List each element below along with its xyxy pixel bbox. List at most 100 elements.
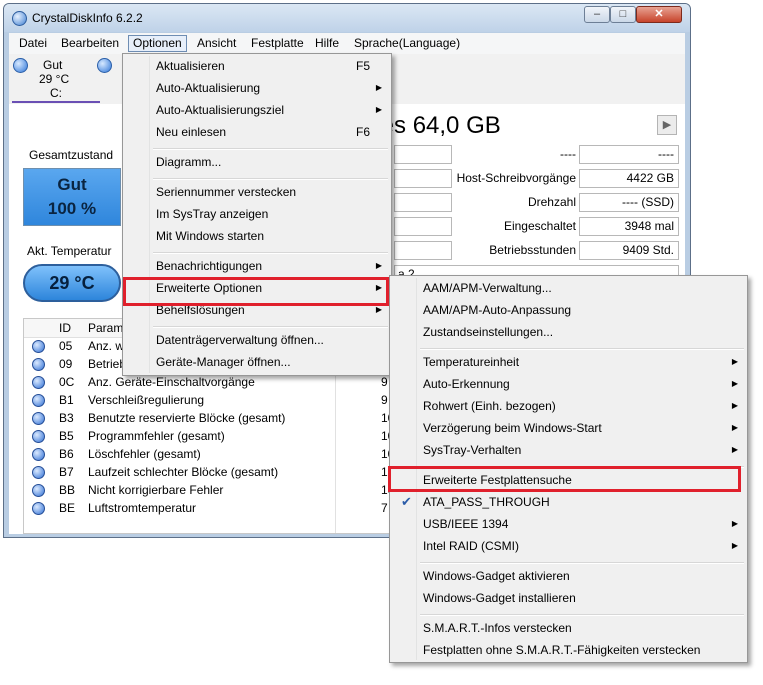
options-menu-item[interactable]: Auto-Aktualisierung ▶ [126, 77, 388, 99]
menu-item-label: Auto-Aktualisierungsziel [156, 103, 285, 117]
options-menu-item[interactable]: Geräte-Manager öffnen... [126, 351, 388, 373]
close-button[interactable]: ✕ [636, 6, 682, 23]
attribute-name: Laufzeit schlechter Blöcke (gesamt) [88, 465, 279, 479]
attribute-id: B3 [59, 411, 74, 425]
health-status-badge[interactable]: Gut 100 % [23, 168, 121, 226]
menu-item-label: Benachrichtigungen [156, 259, 263, 273]
options-menu-item[interactable]: Im SysTray anzeigen [126, 203, 388, 225]
title-bar[interactable]: CrystalDiskInfo 6.2.2 – □ ✕ [4, 4, 690, 32]
menu-bearbeiten[interactable]: Bearbeiten [57, 35, 123, 52]
menu-datei[interactable]: Datei [15, 35, 51, 52]
attribute-name: Löschfehler (gesamt) [88, 447, 201, 461]
column-header-name[interactable]: Param [88, 321, 123, 335]
options-menu-item[interactable]: Aktualisieren F5 [126, 55, 388, 77]
attribute-name: Anz. wi [88, 339, 127, 353]
attribute-status-icon [32, 412, 45, 425]
submenu-arrow-icon: ▶ [731, 519, 738, 528]
attribute-id: B6 [59, 447, 74, 461]
menu-ansicht[interactable]: Ansicht [193, 35, 240, 52]
minimize-button[interactable]: – [584, 6, 610, 23]
temperature-label: Akt. Temperatur [27, 244, 112, 258]
advanced-menu-item[interactable]: Zustandseinstellungen... [393, 321, 744, 343]
attribute-status-icon [32, 466, 45, 479]
table-row[interactable]: BE Luftstromtemperatur 7 [24, 499, 398, 517]
menu-item-label: Intel RAID (CSMI) [423, 539, 520, 553]
options-menu-item[interactable]: Mit Windows starten [126, 225, 388, 247]
attribute-status-icon [32, 358, 45, 371]
highlight-box [123, 277, 389, 306]
menu-festplatte[interactable]: Festplatte [247, 35, 308, 52]
menu-separator [153, 326, 388, 328]
options-menu-item[interactable]: Auto-Aktualisierungsziel ▶ [126, 99, 388, 121]
table-row[interactable]: B3 Benutzte reservierte Blöcke (gesamt) 10 [24, 409, 398, 427]
rotation-value: ---- (SSD) [579, 193, 679, 212]
table-row[interactable]: BB Nicht korrigierbare Fehler 10 [24, 481, 398, 499]
info-field [394, 193, 452, 212]
menu-item-label: SysTray-Verhalten [423, 443, 522, 457]
options-menu-item[interactable]: Diagramm... [126, 151, 388, 173]
attribute-name: Betrieb [88, 357, 127, 371]
menu-item-label: Auto-Erkennung [423, 377, 510, 391]
checkmark-icon: ✔ [401, 494, 412, 509]
advanced-menu-item[interactable]: Verzögerung beim Windows-Start ▶ [393, 417, 744, 439]
menu-optionen[interactable]: Optionen [128, 35, 187, 52]
attribute-id: BE [59, 501, 76, 515]
disk-status-icon[interactable] [13, 58, 28, 73]
advanced-menu-item[interactable]: AAM/APM-Auto-Anpassung [393, 299, 744, 321]
attribute-status-icon [32, 448, 45, 461]
menu-item-label: USB/IEEE 1394 [423, 517, 509, 531]
disk-status-icon[interactable] [97, 58, 112, 73]
attribute-id: 05 [59, 339, 73, 353]
attribute-status-icon [32, 376, 45, 389]
menu-separator [420, 562, 744, 564]
attribute-id: 09 [59, 357, 73, 371]
info-field [394, 217, 452, 236]
window-title: CrystalDiskInfo 6.2.2 [32, 11, 143, 25]
table-row[interactable]: B5 Programmfehler (gesamt) 10 [24, 427, 398, 445]
menu-item-label: Festplatten ohne S.M.A.R.T.-Fähigkeiten … [423, 643, 701, 657]
advanced-menu-item[interactable]: Festplatten ohne S.M.A.R.T.-Fähigkeiten … [393, 639, 744, 661]
advanced-menu-item[interactable]: Rohwert (Einh. bezogen) ▶ [393, 395, 744, 417]
menu-item-label: Verzögerung beim Windows-Start [423, 421, 602, 435]
submenu-arrow-icon: ▶ [731, 423, 738, 432]
options-menu-item[interactable]: Datenträgerverwaltung öffnen... [126, 329, 388, 351]
menu-item-label: Temperatureinheit [423, 355, 520, 369]
menu-item-label: Mit Windows starten [156, 229, 265, 243]
table-row[interactable]: B6 Löschfehler (gesamt) 10 [24, 445, 398, 463]
menu-item-label: Datenträgerverwaltung öffnen... [156, 333, 324, 347]
table-row[interactable]: B1 Verschleißregulierung 9 [24, 391, 398, 409]
options-menu-item[interactable]: Benachrichtigungen ▶ [126, 255, 388, 277]
options-menu-item[interactable]: Seriennummer verstecken [126, 181, 388, 203]
temperature-badge[interactable]: 29 °C [23, 264, 121, 302]
advanced-menu-item[interactable]: AAM/APM-Verwaltung... [393, 277, 744, 299]
advanced-menu-item[interactable]: SysTray-Verhalten ▶ [393, 439, 744, 461]
menu-item-label: Aktualisieren [156, 59, 225, 73]
attribute-name: Benutzte reservierte Blöcke (gesamt) [88, 411, 286, 425]
attribute-status-icon [32, 430, 45, 443]
advanced-menu-item[interactable]: USB/IEEE 1394 ▶ [393, 513, 744, 535]
advanced-menu-item[interactable]: Auto-Erkennung ▶ [393, 373, 744, 395]
column-header-id[interactable]: ID [59, 321, 71, 335]
menu-item-label: Neu einlesen [156, 125, 227, 139]
attribute-value: 9 [381, 393, 388, 407]
next-disk-button[interactable]: ▶ [657, 115, 677, 135]
table-row[interactable]: B7 Laufzeit schlechter Blöcke (gesamt) 10 [24, 463, 398, 481]
attribute-status-icon [32, 502, 45, 515]
menu-item-label: Windows-Gadget installieren [423, 591, 576, 605]
options-menu-item[interactable]: Neu einlesen F6 [126, 121, 388, 143]
attribute-name: Programmfehler (gesamt) [88, 429, 225, 443]
advanced-menu-item[interactable]: Windows-Gadget aktivieren [393, 565, 744, 587]
disk-tab-temp[interactable]: 29 °C [39, 72, 69, 86]
advanced-menu-item[interactable]: ✔ ATA_PASS_THROUGH [393, 491, 744, 513]
advanced-menu-item[interactable]: Windows-Gadget installieren [393, 587, 744, 609]
maximize-button[interactable]: □ [610, 6, 636, 23]
advanced-menu-item[interactable]: Intel RAID (CSMI) ▶ [393, 535, 744, 557]
advanced-menu-item[interactable]: Temperatureinheit ▶ [393, 351, 744, 373]
advanced-menu-item[interactable]: S.M.A.R.T.-Infos verstecken [393, 617, 744, 639]
menu-hilfe[interactable]: Hilfe [311, 35, 343, 52]
disk-tab-status[interactable]: Gut [43, 58, 62, 72]
menu-sprache[interactable]: Sprache(Language) [350, 35, 464, 52]
attribute-status-icon [32, 394, 45, 407]
info-field [394, 241, 452, 260]
disk-tab-letter[interactable]: C: [50, 86, 62, 100]
